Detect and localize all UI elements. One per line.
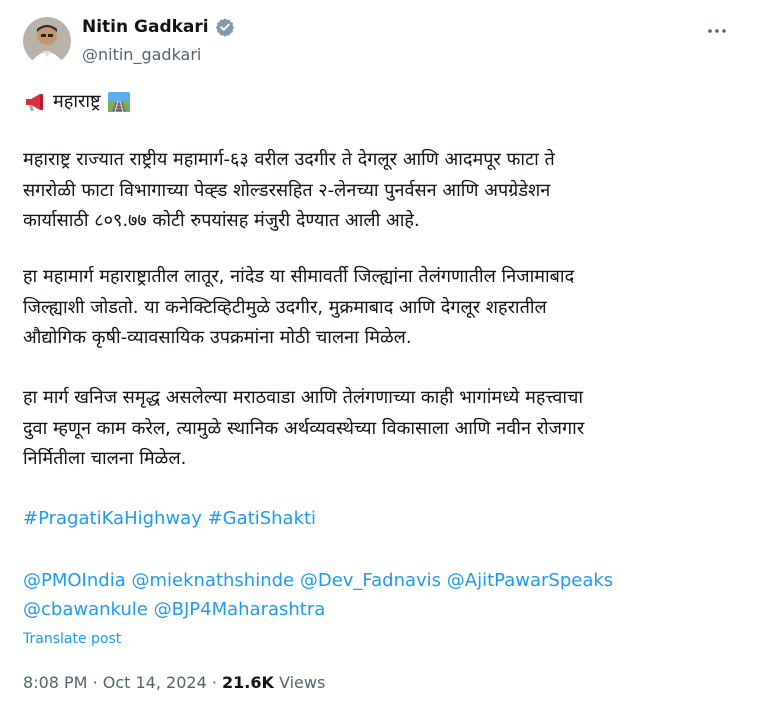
paragraph-line: हा महामार्ग महाराष्ट्रातील लातूर, नांदेड… xyxy=(23,266,575,287)
author-name[interactable]: Nitin Gadkari xyxy=(82,17,209,37)
tweet-paragraph-2: हा महामार्ग महाराष्ट्रातील लातूर, नांदेड… xyxy=(23,262,735,354)
more-options-icon[interactable] xyxy=(706,20,728,42)
paragraph-line: कार्यासाठी ८०९.७७ कोटी रुपयांसह मंजुरी द… xyxy=(23,210,420,231)
paragraph-line: सगरोळी फाटा विभागाच्या पेव्ह्ड शोल्डरसहि… xyxy=(23,179,551,201)
mentions-line-2: @cbawankule @BJP4Maharashtra xyxy=(23,595,613,624)
views-label: Views xyxy=(279,673,326,692)
paragraph-line: निर्मितीला चालना मिळेल. xyxy=(23,448,187,469)
translate-post-link[interactable]: Translate post xyxy=(23,631,121,647)
meta-separator: · xyxy=(92,673,98,692)
mention-link[interactable]: @mieknathshinde xyxy=(131,570,294,591)
mentions-line-1: @PMOIndia @mieknathshinde @Dev_Fadnavis … xyxy=(23,566,613,595)
tweet-paragraph-1: महाराष्ट्र राज्यात राष्ट्रीय महामार्ग-६३… xyxy=(23,145,735,237)
paragraph-line: औद्योगिक कृषी-व्यावसायिक उपक्रमांना मोठी… xyxy=(23,327,412,348)
verified-badge-icon xyxy=(215,18,234,37)
post-time[interactable]: 8:08 PM xyxy=(23,673,87,692)
paragraph-line: महाराष्ट्र राज्यात राष्ट्रीय महामार्ग-६३… xyxy=(23,149,555,170)
hashtag-link[interactable]: #GatiShakti xyxy=(208,508,316,529)
tweet-paragraph-3: हा मार्ग खनिज समृद्ध असलेल्या मराठवाडा आ… xyxy=(23,383,735,475)
views-count: 21.6K xyxy=(222,673,274,692)
mention-link[interactable]: @AjitPawarSpeaks xyxy=(447,570,613,591)
tweet-headline: महाराष्ट्र xyxy=(23,87,735,118)
headline-text: महाराष्ट्र xyxy=(53,91,101,112)
mention-link[interactable]: @BJP4Maharashtra xyxy=(154,599,326,620)
paragraph-line: हा मार्ग खनिज समृद्ध असलेल्या मराठवाडा आ… xyxy=(23,387,584,408)
mentions: @PMOIndia @mieknathshinde @Dev_Fadnavis … xyxy=(23,566,613,624)
tweet-meta: 8:08 PM · Oct 14, 2024 · 21.6K Views xyxy=(23,673,325,692)
tweet-container: Nitin Gadkari @nitin_gadkari महाराष्ट्र xyxy=(0,0,762,708)
author-name-row[interactable]: Nitin Gadkari xyxy=(82,17,235,37)
railway-track-icon xyxy=(107,92,130,113)
hashtags: #PragatiKaHighway #GatiShakti xyxy=(23,508,316,529)
mention-link[interactable]: @Dev_Fadnavis xyxy=(300,570,441,591)
megaphone-icon xyxy=(26,94,43,112)
hashtag-link[interactable]: #PragatiKaHighway xyxy=(23,508,202,529)
paragraph-line: दुवा म्हणून काम करेल, त्यामुळे स्थानिक अ… xyxy=(23,417,585,439)
mention-link[interactable]: @cbawankule xyxy=(23,599,148,620)
meta-separator: · xyxy=(211,673,217,692)
avatar[interactable] xyxy=(23,17,71,65)
paragraph-line: जिल्ह्याशी जोडतो. या कनेक्टिव्हिटीमुळे उ… xyxy=(23,296,547,318)
mention-link[interactable]: @PMOIndia xyxy=(23,570,126,591)
author-handle[interactable]: @nitin_gadkari xyxy=(82,45,201,64)
post-date[interactable]: Oct 14, 2024 xyxy=(103,673,207,692)
